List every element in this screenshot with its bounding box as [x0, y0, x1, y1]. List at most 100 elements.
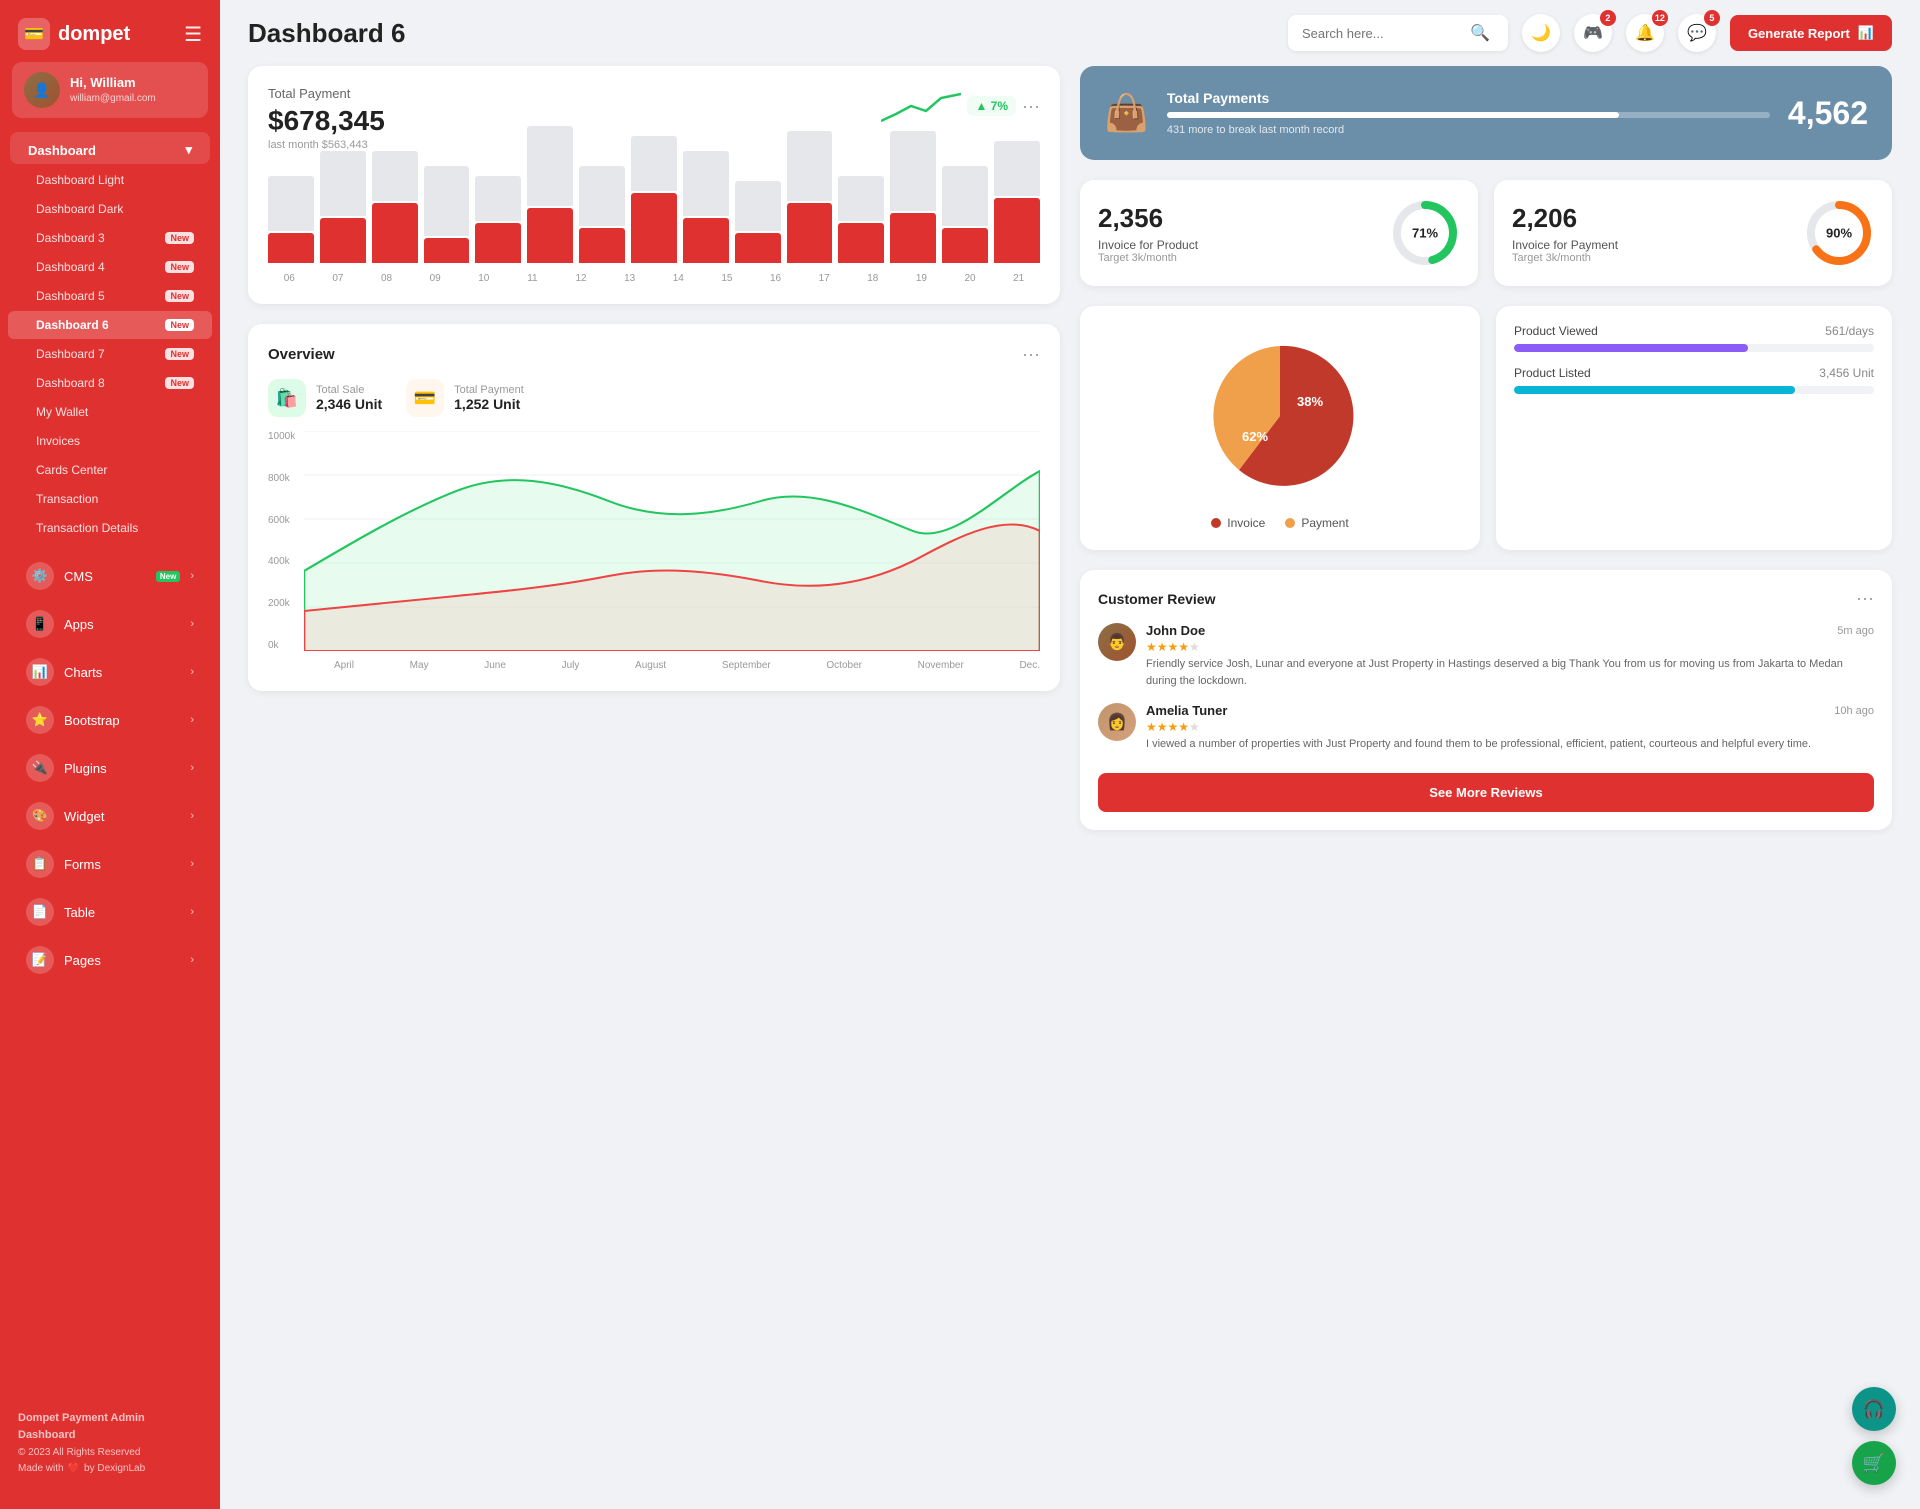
product-viewed-fill: [1514, 344, 1748, 352]
sidebar-item-dashboard-3[interactable]: Dashboard 3New: [8, 224, 212, 252]
sidebar-group-pages[interactable]: 📝 Pages ›: [8, 937, 212, 983]
invoice-product-info: 2,356 Invoice for Product Target 3k/mont…: [1098, 203, 1198, 264]
product-viewed-label: Product Viewed: [1514, 324, 1598, 338]
item-label: Cards Center: [36, 463, 107, 477]
dots-menu[interactable]: ···: [1022, 96, 1040, 117]
theme-toggle-btn[interactable]: 🌙: [1522, 14, 1560, 52]
widget-arrow: ›: [190, 810, 194, 822]
sidebar-item-dashboard-8[interactable]: Dashboard 8New: [8, 369, 212, 397]
customer-review-card: Customer Review ··· 👨 John Doe 5m ago: [1080, 570, 1892, 830]
sidebar-logo: 💳 dompet: [18, 18, 130, 50]
footer-copyright: © 2023 All Rights Reserved: [18, 1445, 202, 1461]
bar-red-6: [579, 228, 625, 263]
x-label-april: April: [334, 660, 354, 671]
hamburger-icon[interactable]: ☰: [184, 22, 202, 47]
pie-chart-svg: 62% 38%: [1200, 336, 1360, 496]
invoice-payment-label: Invoice for Payment: [1512, 238, 1618, 252]
sidebar-group-forms[interactable]: 📋 Forms ›: [8, 841, 212, 887]
total-payments-progress-fill: [1167, 112, 1619, 118]
sidebar-item-cards-center[interactable]: Cards Center: [8, 456, 212, 484]
reviewer-avatar-amelia: 👩: [1098, 703, 1136, 741]
bar-group-12: [579, 166, 625, 263]
bar-label-12: 18: [852, 273, 895, 284]
total-payments-body: Total Payments 431 more to break last mo…: [1167, 90, 1770, 136]
total-sale-label: Total Sale: [316, 384, 382, 396]
message-badge: 5: [1704, 10, 1720, 26]
message-btn[interactable]: 💬 5: [1678, 14, 1716, 52]
overview-dots[interactable]: ···: [1022, 344, 1040, 365]
sidebar-item-dashboard-light[interactable]: Dashboard Light: [8, 166, 212, 194]
item-label: Dashboard 7: [36, 347, 105, 361]
chart-icon: 📊: [1858, 25, 1874, 41]
pie-legend: Invoice Payment: [1100, 516, 1460, 530]
review-dots[interactable]: ···: [1856, 588, 1874, 609]
topbar-right: 🔍 🌙 🎮 2 🔔 12 💬 5 Generate Report 📊: [1288, 14, 1892, 52]
product-listed-header: Product Listed 3,456 Unit: [1514, 366, 1874, 380]
invoice-legend-dot: [1211, 518, 1221, 528]
sidebar-nav: Dashboard ▾ Dashboard Light Dashboard Da…: [0, 130, 220, 1398]
sidebar-group-apps[interactable]: 📱 Apps ›: [8, 601, 212, 647]
reviewer-avatar-img-amelia: 👩: [1098, 703, 1136, 741]
total-sale-info: Total Sale 2,346 Unit: [316, 384, 382, 412]
cart-fab[interactable]: 🛒: [1852, 1441, 1896, 1485]
bar-group-18: [890, 131, 936, 263]
total-payments-sub: 431 more to break last month record: [1167, 124, 1770, 136]
content-grid: Total Payment $678,345 last month $563,4…: [248, 66, 1892, 830]
total-payment-sub: last month $563,443: [268, 139, 385, 151]
total-payment-stat: 💳 Total Payment 1,252 Unit: [406, 379, 524, 417]
notification-btn[interactable]: 🔔 12: [1626, 14, 1664, 52]
bar-label-13: 19: [900, 273, 943, 284]
sidebar-item-dashboard-6[interactable]: Dashboard 6New: [8, 311, 212, 339]
sidebar-item-transaction-details[interactable]: Transaction Details: [8, 514, 212, 542]
sidebar-item-transaction[interactable]: Transaction: [8, 485, 212, 513]
moon-icon: 🌙: [1531, 23, 1551, 43]
see-more-reviews-button[interactable]: See More Reviews: [1098, 773, 1874, 812]
pages-icon: 📝: [26, 946, 54, 974]
pie-chart-container: 62% 38%: [1100, 326, 1460, 506]
generate-report-button[interactable]: Generate Report 📊: [1730, 15, 1892, 51]
sidebar-group-bootstrap[interactable]: ⭐ Bootstrap ›: [8, 697, 212, 743]
sidebar-item-dashboard-dark[interactable]: Dashboard Dark: [8, 195, 212, 223]
sidebar-group-cms[interactable]: ⚙️ CMS New ›: [8, 553, 212, 599]
product-listed-stat: Product Listed 3,456 Unit: [1514, 366, 1874, 394]
overview-title: Overview: [268, 346, 335, 363]
total-payment-info: Total Payment $678,345 last month $563,4…: [268, 86, 385, 151]
bar-label-2: 08: [365, 273, 408, 284]
page-title: Dashboard 6: [248, 18, 406, 49]
sidebar-item-dashboard-4[interactable]: Dashboard 4New: [8, 253, 212, 281]
bell-icon: 🔔: [1635, 23, 1655, 43]
nav-dashboard-header[interactable]: Dashboard ▾: [10, 132, 210, 164]
review-time-amelia: 10h ago: [1834, 705, 1874, 717]
bar-gray-2: [372, 151, 418, 201]
pie-label-62: 62%: [1242, 429, 1268, 444]
sidebar-item-dashboard-7[interactable]: Dashboard 7New: [8, 340, 212, 368]
sidebar-group-charts[interactable]: 📊 Charts ›: [8, 649, 212, 695]
search-input[interactable]: [1302, 26, 1462, 41]
bar-gray-7: [631, 136, 677, 191]
x-label-august: August: [635, 660, 666, 671]
reviewer-avatar-john: 👨: [1098, 623, 1136, 661]
bar-group-17: [838, 176, 884, 263]
sidebar-item-my-wallet[interactable]: My Wallet: [8, 398, 212, 426]
sidebar-item-dashboard-5[interactable]: Dashboard 5New: [8, 282, 212, 310]
sidebar-group-widget[interactable]: 🎨 Widget ›: [8, 793, 212, 839]
invoice-product-donut: 71%: [1390, 198, 1460, 268]
forms-label: Forms: [64, 857, 180, 872]
logo-text: dompet: [58, 23, 130, 46]
bar-gray-3: [424, 166, 470, 236]
plugins-label: Plugins: [64, 761, 180, 776]
sidebar-item-invoices[interactable]: Invoices: [8, 427, 212, 455]
x-label-july: July: [562, 660, 580, 671]
support-fab[interactable]: 🎧: [1852, 1387, 1896, 1431]
search-box[interactable]: 🔍: [1288, 15, 1508, 51]
invoice-product-number: 2,356: [1098, 203, 1198, 234]
sidebar-group-plugins[interactable]: 🔌 Plugins ›: [8, 745, 212, 791]
new-badge: New: [165, 319, 194, 331]
footer-brand: Dompet Payment Admin Dashboard: [18, 1410, 202, 1445]
table-arrow: ›: [190, 906, 194, 918]
plugins-icon: 🔌: [26, 754, 54, 782]
sidebar-group-table[interactable]: 📄 Table ›: [8, 889, 212, 935]
gamepad-btn[interactable]: 🎮 2: [1574, 14, 1612, 52]
forms-icon: 📋: [26, 850, 54, 878]
table-icon: 📄: [26, 898, 54, 926]
